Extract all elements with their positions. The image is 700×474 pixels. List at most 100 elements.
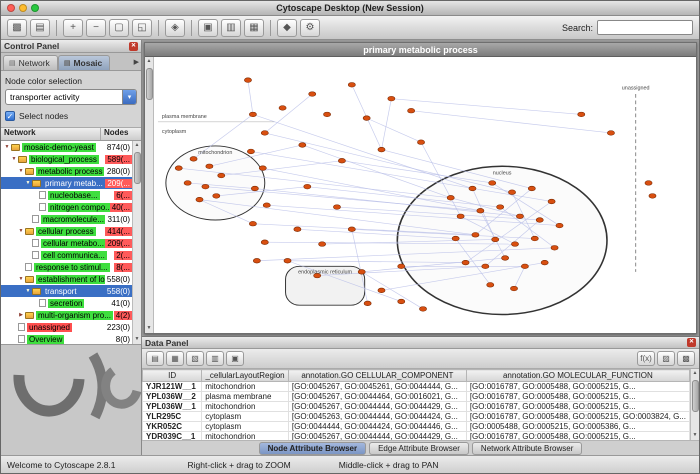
- doc-icon: [32, 215, 39, 223]
- svg-text:cytoplasm: cytoplasm: [162, 129, 187, 135]
- collapse-icon[interactable]: ▼: [24, 180, 32, 186]
- tree-item-transport[interactable]: ▼transport558(0): [1, 285, 132, 297]
- new-session-button[interactable]: ▩: [7, 19, 27, 37]
- canvas-scrollbar[interactable]: ▲ ▼: [145, 57, 154, 333]
- cell-value: [GO:0016787, GO:0005488, GO:0005215, G..…: [466, 402, 689, 412]
- table-row[interactable]: YLR295Ccytoplasm[GO:0045263, GO:0044444,…: [143, 412, 690, 422]
- attribute-table[interactable]: ID_cellularLayoutRegionannotation.GO CEL…: [142, 369, 690, 442]
- select-attributes-button[interactable]: ▤: [146, 351, 164, 366]
- network-canvas[interactable]: plasma membranecytoplasmmitochondrionnuc…: [154, 57, 696, 333]
- tab-network-attribute-browser[interactable]: Network Attribute Browser: [472, 442, 582, 455]
- tree-item-metabolic-process[interactable]: ▼metabolic process280(0): [1, 165, 132, 177]
- collapse-icon[interactable]: ▼: [17, 276, 25, 282]
- tree-item-cellular-metabo[interactable]: cellular metabo...209(...: [1, 237, 132, 249]
- tree-item-multi-organism-pro[interactable]: ▶multi-organism pro...4(2): [1, 309, 132, 321]
- zoom-window-button[interactable]: [31, 4, 39, 12]
- tree-item-label: nucleobase...: [48, 191, 100, 200]
- network-overview-button[interactable]: ◈: [165, 19, 185, 37]
- create-attribute-button[interactable]: ▦: [166, 351, 184, 366]
- import-expression-button[interactable]: ▦: [244, 19, 264, 37]
- open-session-button[interactable]: ▤: [30, 19, 50, 37]
- formula-builder-button[interactable]: f(x): [637, 351, 655, 366]
- tree-item-unassigned[interactable]: unassigned223(0): [1, 321, 132, 333]
- tree-item-count: 41(0): [109, 299, 132, 308]
- tab-network[interactable]: ▤Network: [3, 55, 58, 70]
- tree-item-mosaic-demo-yeast[interactable]: ▼mosaic-demo-yeast874(0): [1, 141, 132, 153]
- close-panel-icon[interactable]: ✕: [129, 42, 138, 51]
- status-zoom-hint: Right-click + drag to ZOOM: [188, 460, 291, 470]
- tree-item-establishment-of-lo[interactable]: ▼establishment of lo...558(0): [1, 273, 132, 285]
- tree-item-overview[interactable]: Overview8(0): [1, 333, 132, 344]
- scroll-down-icon[interactable]: ▼: [135, 335, 140, 344]
- tab-edge-attribute-browser[interactable]: Edge Attribute Browser: [369, 442, 469, 455]
- zoom-fit-button[interactable]: ◱: [132, 19, 152, 37]
- scroll-up-icon[interactable]: ▲: [135, 141, 140, 150]
- preferences-button[interactable]: ⚙: [300, 19, 320, 37]
- tree-item-count: 40(...: [110, 203, 132, 212]
- close-window-button[interactable]: [7, 4, 15, 12]
- tree-item-primary-metab[interactable]: ▼primary metab...209(...: [1, 177, 132, 189]
- select-nodes-checkbox[interactable]: ✓: [5, 111, 15, 121]
- scroll-down-icon[interactable]: ▼: [147, 324, 152, 333]
- search-input[interactable]: [598, 21, 693, 34]
- tree-item-secretion[interactable]: secretion41(0): [1, 297, 132, 309]
- scrollbar-thumb[interactable]: [146, 68, 153, 100]
- search-combobox[interactable]: ▾: [597, 20, 693, 35]
- export-attribute-table-button[interactable]: ▩: [677, 351, 695, 366]
- tab-mosaic[interactable]: ▤Mosaic: [58, 55, 110, 70]
- column-header[interactable]: annotation.GO CELLULAR_COMPONENT: [288, 370, 466, 382]
- unselect-all-attributes-button[interactable]: ▣: [226, 351, 244, 366]
- tree-item-nitrogen-compo[interactable]: nitrogen compo...40(...: [1, 201, 132, 213]
- column-header[interactable]: annotation.GO MOLECULAR_FUNCTION: [466, 370, 689, 382]
- collapse-icon[interactable]: ▼: [17, 168, 25, 174]
- tree-scrollbar[interactable]: ▲ ▼: [132, 141, 141, 344]
- node-color-select[interactable]: transporter activity ▾: [5, 89, 137, 105]
- tree-item-cell-communica[interactable]: cell communica...2(...: [1, 249, 132, 261]
- tree-item-response-to-stimul[interactable]: response to stimul...8(...: [1, 261, 132, 273]
- column-header[interactable]: _cellularLayoutRegion: [202, 370, 289, 382]
- scroll-up-icon[interactable]: ▲: [147, 57, 152, 66]
- scroll-down-icon[interactable]: ▼: [693, 431, 698, 440]
- tree-item-count: 558(0): [105, 275, 132, 284]
- cell-value: cytoplasm: [202, 422, 289, 432]
- collapse-icon[interactable]: ▼: [3, 144, 11, 150]
- table-row[interactable]: YJR121W__1mitochondrion[GO:0045267, GO:0…: [143, 382, 690, 392]
- scroll-up-icon[interactable]: ▲: [693, 369, 698, 378]
- table-row[interactable]: YKR052Ccytoplasm[GO:0044444, GO:0044424,…: [143, 422, 690, 432]
- collapse-icon[interactable]: ▼: [17, 228, 25, 234]
- toolbar-separator: [191, 20, 192, 36]
- table-row[interactable]: YPL036W__1mitochondrion[GO:0045267, GO:0…: [143, 402, 690, 412]
- table-row[interactable]: YPL036W__2plasma membrane[GO:0045267, GO…: [143, 392, 690, 402]
- tab-overflow-icon[interactable]: ▶: [134, 58, 139, 66]
- minimize-window-button[interactable]: [19, 4, 27, 12]
- expand-icon[interactable]: ▶: [17, 312, 25, 318]
- data-panel-title: Data Panel: [145, 338, 188, 348]
- scrollbar-thumb[interactable]: [134, 152, 141, 184]
- column-header[interactable]: ID: [143, 370, 202, 382]
- scrollbar-thumb[interactable]: [692, 380, 699, 412]
- tree-item-biological-process[interactable]: ▼biological_process589(...: [1, 153, 132, 165]
- close-panel-icon[interactable]: ✕: [687, 338, 696, 347]
- delete-attribute-button[interactable]: ▧: [186, 351, 204, 366]
- network-tree: ▼mosaic-demo-yeast874(0)▼biological_proc…: [1, 141, 141, 345]
- cell-value: [GO:0045267, GO:0044444, GO:0044429, G..…: [288, 402, 466, 412]
- vizmapper-button[interactable]: ◆: [277, 19, 297, 37]
- tab-node-attribute-browser[interactable]: Node Attribute Browser: [259, 442, 367, 455]
- zoom-in-button[interactable]: +: [63, 19, 83, 37]
- tree-item-nucleobase[interactable]: nucleobase...6(...: [1, 189, 132, 201]
- tree-item-cellular-process[interactable]: ▼cellular process414(...: [1, 225, 132, 237]
- collapse-icon[interactable]: ▼: [10, 156, 18, 162]
- import-network-button[interactable]: ▣: [198, 19, 218, 37]
- folder-icon: [11, 144, 20, 151]
- tree-item-macromolecule[interactable]: macromolecule...311(0): [1, 213, 132, 225]
- select-all-attributes-button[interactable]: ▥: [206, 351, 224, 366]
- network-tab-icon: ▤: [64, 59, 71, 67]
- tree-item-label: biological_process: [29, 155, 99, 164]
- cytoscape-window: Cytoscape Desktop (New Session) ▩▤+−▢◱◈▣…: [0, 0, 700, 474]
- import-attribute-table-button[interactable]: ▨: [657, 351, 675, 366]
- table-scrollbar[interactable]: ▲ ▼: [690, 369, 699, 440]
- zoom-out-button[interactable]: −: [86, 19, 106, 37]
- collapse-icon[interactable]: ▼: [24, 288, 32, 294]
- zoom-selected-region-button[interactable]: ▢: [109, 19, 129, 37]
- import-attributes-button[interactable]: ▥: [221, 19, 241, 37]
